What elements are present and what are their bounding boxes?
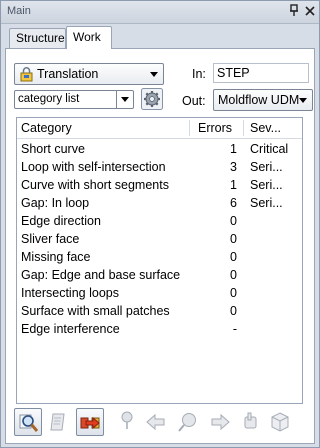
- previous-button[interactable]: [142, 408, 170, 436]
- table-row[interactable]: Missing face 0: [17, 248, 302, 266]
- heal-button[interactable]: [76, 408, 104, 436]
- cube-icon: [271, 412, 289, 432]
- category-filter-select[interactable]: category list: [14, 90, 134, 109]
- cell-category: Gap: Edge and base surface: [21, 268, 181, 282]
- cell-errors: 3: [230, 160, 237, 174]
- zoom-to-button[interactable]: [174, 408, 202, 436]
- manual-button[interactable]: [240, 408, 262, 436]
- table-row[interactable]: Intersecting loops 0: [17, 284, 302, 302]
- bottom-toolbar: [14, 406, 309, 438]
- heal-arrow-icon: [80, 416, 100, 430]
- pin-icon[interactable]: [288, 4, 300, 18]
- cell-category: Loop with self-intersection: [21, 160, 166, 174]
- document-icon: [50, 413, 65, 431]
- cell-category: Gap: In loop: [21, 196, 90, 210]
- magnifier-icon: [19, 414, 39, 432]
- table-row[interactable]: Edge direction 0: [17, 212, 302, 230]
- output-format-select-label: Moldflow UDM: [218, 93, 300, 107]
- translation-icon: [20, 67, 33, 82]
- category-filter-dropdown-button[interactable]: [116, 91, 133, 108]
- cell-category: Edge direction: [21, 214, 101, 228]
- cell-severity: Seri...: [250, 160, 283, 174]
- table-row[interactable]: Gap: Edge and base surface 0: [17, 266, 302, 284]
- zoom-marker-icon: [178, 413, 196, 432]
- cell-category: Intersecting loops: [21, 286, 119, 300]
- close-icon[interactable]: [304, 4, 316, 18]
- cell-severity: Seri...: [250, 196, 283, 210]
- category-filter-label: category list: [18, 93, 80, 105]
- view-part-button[interactable]: [266, 408, 294, 436]
- cell-errors: -: [232, 322, 237, 336]
- cell-category: Short curve: [21, 142, 85, 156]
- settings-gear-button[interactable]: [141, 88, 163, 110]
- find-issues-button[interactable]: [14, 408, 42, 436]
- input-format-field: STEP: [213, 63, 309, 83]
- table-row[interactable]: Edge interference -: [17, 320, 302, 338]
- chevron-down-icon: [299, 98, 307, 103]
- table-body: Short curve 1 Critical Loop with self-inter…: [17, 140, 302, 338]
- pin-marker-icon: [121, 411, 133, 429]
- chevron-down-icon: [150, 72, 158, 77]
- cell-errors: 0: [230, 286, 237, 300]
- cell-category: Sliver face: [21, 232, 80, 246]
- output-format-select[interactable]: Moldflow UDM: [213, 89, 313, 111]
- cell-category: Surface with small patches: [21, 304, 170, 318]
- cell-severity: Critical: [250, 142, 289, 156]
- column-header-errors[interactable]: Errors: [198, 121, 232, 135]
- cell-severity: Seri...: [250, 178, 283, 192]
- back-arrow-icon: [146, 413, 165, 431]
- cell-errors: 0: [230, 304, 237, 318]
- title-bar: Main: [1, 1, 319, 24]
- column-header-category[interactable]: Category: [21, 121, 72, 135]
- hand-icon: [244, 412, 257, 429]
- next-button[interactable]: [206, 408, 234, 436]
- issue-table: Category Errors Sev... Short curve 1 Criti…: [16, 117, 303, 404]
- cell-category: Curve with short segments: [21, 178, 169, 192]
- cell-errors: 0: [230, 232, 237, 246]
- gear-icon: [144, 91, 160, 107]
- cell-category: Missing face: [21, 250, 91, 264]
- translation-select-label: Translation: [37, 67, 99, 81]
- tab-structure[interactable]: Structure: [9, 28, 66, 48]
- main-panel: Main Structure Work Translation In: STEP…: [0, 0, 320, 448]
- work-tab-content: Translation In: STEP category list Out: …: [5, 48, 315, 444]
- cell-errors: 0: [230, 214, 237, 228]
- forward-arrow-icon: [211, 413, 230, 431]
- output-format-label: Out:: [182, 94, 206, 108]
- cell-errors: 0: [230, 268, 237, 282]
- column-header-severity[interactable]: Sev...: [250, 121, 281, 135]
- table-row[interactable]: Short curve 1 Critical: [17, 140, 302, 158]
- table-row[interactable]: Loop with self-intersection 3 Seri...: [17, 158, 302, 176]
- column-divider[interactable]: [189, 120, 190, 136]
- cell-errors: 6: [230, 196, 237, 210]
- translation-select[interactable]: Translation: [14, 63, 164, 85]
- table-header: Category Errors Sev...: [17, 118, 302, 139]
- input-format-label: In:: [192, 67, 206, 81]
- column-divider[interactable]: [243, 120, 244, 136]
- chevron-down-icon: [121, 97, 129, 102]
- table-row[interactable]: Gap: In loop 6 Seri...: [17, 194, 302, 212]
- window-title: Main: [7, 5, 31, 17]
- cell-errors: 0: [230, 250, 237, 264]
- cell-errors: 1: [230, 142, 237, 156]
- cell-category: Edge interference: [21, 322, 120, 336]
- marker-button[interactable]: [117, 408, 137, 436]
- table-row[interactable]: Sliver face 0: [17, 230, 302, 248]
- table-row[interactable]: Curve with short segments 1 Seri...: [17, 176, 302, 194]
- tab-work[interactable]: Work: [66, 26, 112, 49]
- report-button[interactable]: [45, 408, 73, 436]
- table-row[interactable]: Surface with small patches 0: [17, 302, 302, 320]
- cell-errors: 1: [230, 178, 237, 192]
